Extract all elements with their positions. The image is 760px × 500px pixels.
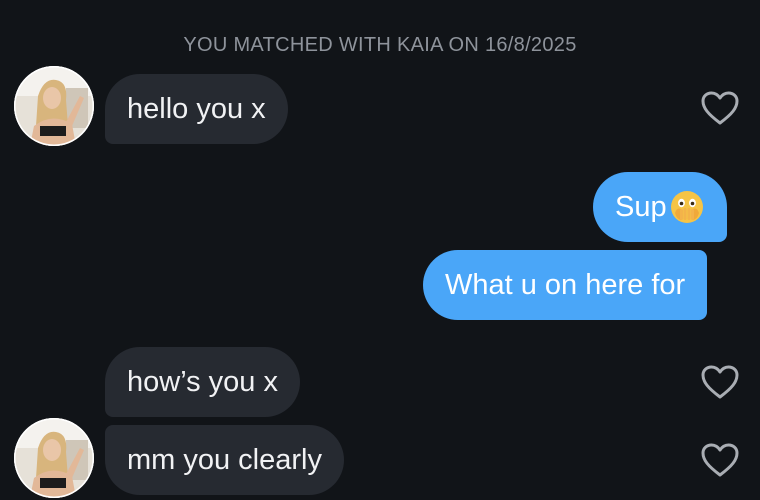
message-text: What u on here for — [445, 268, 686, 301]
message-bubble-incoming[interactable]: hello you x — [105, 74, 288, 144]
heart-icon[interactable] — [700, 364, 740, 400]
message-bubble-outgoing[interactable]: What u on here for — [423, 250, 708, 320]
message-bubble-incoming[interactable]: mm you clearly — [105, 425, 344, 495]
face-hand-over-mouth-emoji-icon — [669, 189, 705, 225]
match-avatar[interactable] — [14, 66, 94, 146]
match-avatar[interactable] — [14, 418, 94, 498]
chat-screen: YOU MATCHED WITH KAIA ON 16/8/2025 hello… — [0, 0, 760, 500]
message-bubble-incoming[interactable]: how’s you x — [105, 347, 300, 417]
message-text: hello you x — [127, 92, 266, 125]
heart-icon[interactable] — [700, 90, 740, 126]
heart-icon[interactable] — [700, 442, 740, 478]
match-banner: YOU MATCHED WITH KAIA ON 16/8/2025 — [183, 34, 577, 56]
message-text: Sup — [615, 190, 667, 223]
message-text: how’s you x — [127, 365, 278, 398]
message-text: mm you clearly — [127, 443, 322, 476]
message-bubble-outgoing[interactable]: Sup — [593, 172, 727, 242]
